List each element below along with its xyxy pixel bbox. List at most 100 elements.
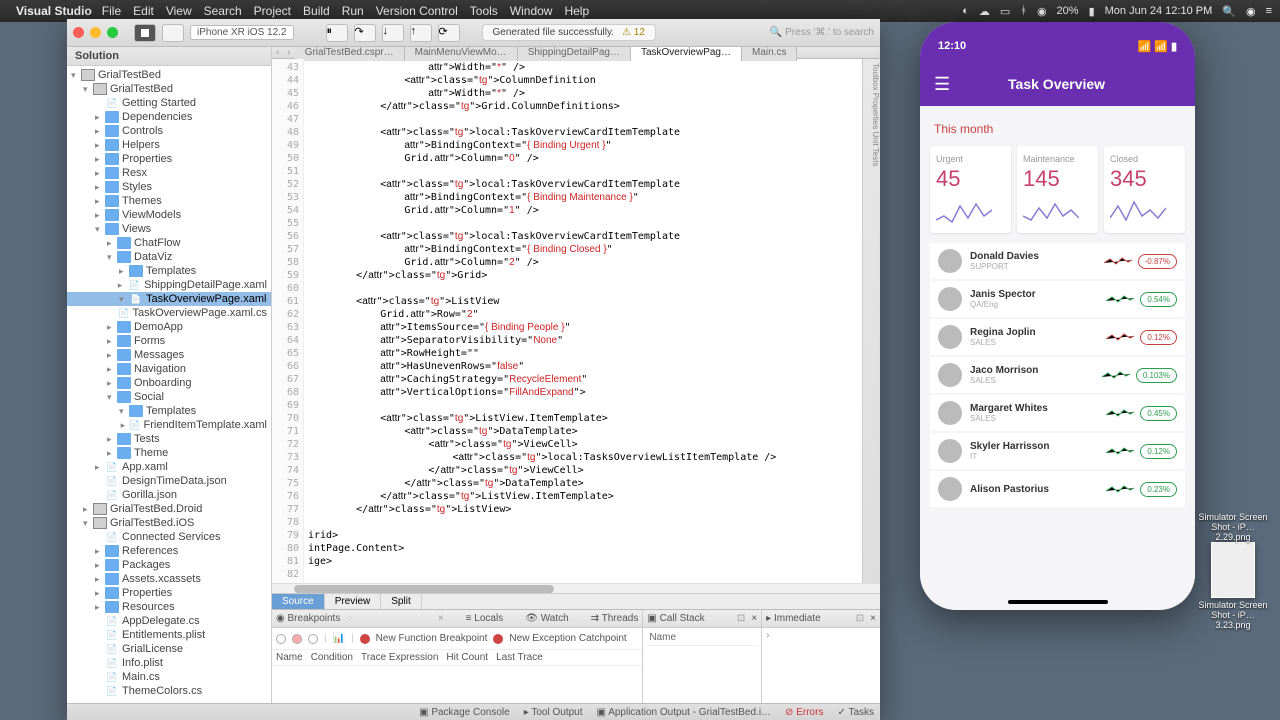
pin-icon[interactable]: ⊡	[856, 613, 864, 624]
tree-item[interactable]: ▸Onboarding	[67, 376, 271, 390]
close-icon[interactable]: ×	[438, 613, 444, 624]
tab-nav-back[interactable]: ‹	[272, 47, 283, 58]
solution-tree[interactable]: ▾GrialTestBed▾GrialTestBed📄Getting Start…	[67, 66, 271, 703]
tree-item[interactable]: ▸Properties	[67, 586, 271, 600]
bp-props-icon[interactable]: 📊	[333, 633, 345, 644]
tree-item[interactable]: 📄Info.plist	[67, 656, 271, 670]
tree-item[interactable]: ▾Social	[67, 390, 271, 404]
person-row[interactable]: Donald DaviesSUPPORT -0.87%	[930, 243, 1185, 279]
siri-icon[interactable]: ◉	[1246, 5, 1256, 18]
menu-run[interactable]: Run	[342, 4, 364, 18]
status-tool-output[interactable]: ▸ Tool Output	[524, 707, 583, 718]
bluetooth-icon[interactable]: ᚼ	[1020, 5, 1027, 17]
menu-version-control[interactable]: Version Control	[376, 4, 458, 18]
run-target-select[interactable]: iPhone XR iOS 12.2	[190, 25, 294, 40]
tree-item[interactable]: ▸ViewModels	[67, 208, 271, 222]
tree-item[interactable]: ▾GrialTestBed	[67, 68, 271, 82]
cloud-icon[interactable]: ☁	[979, 5, 990, 18]
bp-toggle-icon[interactable]	[276, 634, 286, 644]
bp-delete-icon[interactable]	[292, 634, 302, 644]
editor-hscroll[interactable]	[272, 583, 880, 593]
do-not-disturb-icon[interactable]: ◐	[962, 5, 969, 17]
callstack-pad-title[interactable]: ▣ Call Stack	[647, 613, 704, 624]
person-row[interactable]: Jaco MorrisonSALES 0.103%	[930, 357, 1185, 393]
close-icon[interactable]: ×	[870, 613, 876, 624]
tree-item[interactable]: ▾Templates	[67, 404, 271, 418]
viewmode-preview[interactable]: Preview	[325, 594, 382, 609]
tree-item[interactable]: ▸Styles	[67, 180, 271, 194]
tree-item[interactable]: ▸DemoApp	[67, 320, 271, 334]
tree-item[interactable]: ▸Forms	[67, 334, 271, 348]
tree-item[interactable]: ▾GrialTestBed	[67, 82, 271, 96]
tree-item[interactable]: ▸Tests	[67, 432, 271, 446]
tree-item[interactable]: ▾Views	[67, 222, 271, 236]
status-app-output[interactable]: ▣ Application Output - GrialTestBed.i…	[597, 707, 772, 718]
breakpoints-pad-title[interactable]: ◉ Breakpoints	[276, 613, 340, 624]
status-tasks[interactable]: ✓ Tasks	[837, 707, 874, 718]
tree-item[interactable]: 📄Main.cs	[67, 670, 271, 684]
step-into-button[interactable]: ↓	[382, 24, 404, 42]
tree-item[interactable]: 📄Gorilla.json	[67, 488, 271, 502]
global-search[interactable]: 🔍 Press '⌘.' to search	[770, 27, 874, 38]
threads-pad-title[interactable]: ⇉ Threads	[591, 613, 639, 624]
app-name[interactable]: Visual Studio	[16, 4, 92, 18]
tree-item[interactable]: ▸Helpers	[67, 138, 271, 152]
close-window-button[interactable]	[73, 27, 84, 38]
new-func-breakpoint[interactable]: New Function Breakpoint	[376, 633, 488, 644]
menu-window[interactable]: Window	[510, 4, 553, 18]
tree-item[interactable]: ▸Theme	[67, 446, 271, 460]
tree-item[interactable]: 📄ThemeColors.cs	[67, 684, 271, 698]
bp-disable-icon[interactable]	[308, 634, 318, 644]
run-button[interactable]	[134, 24, 156, 42]
tree-item[interactable]: ▸Navigation	[67, 362, 271, 376]
menu-file[interactable]: File	[102, 4, 121, 18]
pause-button[interactable]: ⏸	[326, 24, 348, 42]
tree-item[interactable]: ▸Resx	[67, 166, 271, 180]
tree-item[interactable]: 📄AppDelegate.cs	[67, 614, 271, 628]
home-indicator[interactable]	[1008, 600, 1108, 604]
clock[interactable]: Mon Jun 24 12:10 PM	[1105, 5, 1213, 17]
new-exception-catchpoint[interactable]: New Exception Catchpoint	[509, 633, 626, 644]
viewmode-source[interactable]: Source	[272, 594, 325, 609]
desktop-screenshot-file[interactable]: Simulator ScreenShot - iP…2.29.png Simul…	[1198, 512, 1268, 630]
tree-item[interactable]: ▸Controls	[67, 124, 271, 138]
viewmode-split[interactable]: Split	[381, 594, 421, 609]
tree-item[interactable]: 📄TaskOverviewPage.xaml.cs	[67, 306, 271, 320]
menu-view[interactable]: View	[166, 4, 192, 18]
person-row[interactable]: Skyler HarrissonIT 0.12%	[930, 433, 1185, 469]
code-editor[interactable]: 43 44 45 46 47 48 49 50 51 52 53 54 55 5…	[272, 59, 862, 583]
warnings-count[interactable]: ⚠ 12	[622, 27, 645, 38]
notification-center-icon[interactable]: ≡	[1266, 5, 1272, 17]
stat-card[interactable]: Urgent45	[930, 146, 1011, 233]
pin-icon[interactable]: ⊡	[737, 613, 745, 624]
menu-tools[interactable]: Tools	[470, 4, 498, 18]
tree-item[interactable]: ▸Properties	[67, 152, 271, 166]
tree-item[interactable]: ▾DataViz	[67, 250, 271, 264]
config-button[interactable]	[162, 24, 184, 42]
tree-item[interactable]: 📄GrialLicense	[67, 642, 271, 656]
tab-nav-forward[interactable]: ›	[283, 47, 294, 58]
status-package-console[interactable]: ▣ Package Console	[419, 707, 510, 718]
toolbox-tab[interactable]: Toolbox Properties Unit Tests	[862, 59, 880, 583]
tree-item[interactable]: ▸Themes	[67, 194, 271, 208]
stat-card[interactable]: Maintenance145	[1017, 146, 1098, 233]
locals-pad-title[interactable]: ≡ Locals	[466, 613, 504, 624]
person-row[interactable]: Janis SpectorQA/Eng 0.54%	[930, 281, 1185, 317]
spotlight-icon[interactable]: 🔍	[1222, 5, 1236, 18]
menu-search[interactable]: Search	[204, 4, 242, 18]
person-row[interactable]: Alison Pastorius 0.23%	[930, 471, 1185, 507]
watch-pad-title[interactable]: 👁 Watch	[525, 613, 568, 624]
tree-item[interactable]: ▸📄App.xaml	[67, 460, 271, 474]
menu-build[interactable]: Build	[303, 4, 330, 18]
zoom-window-button[interactable]	[107, 27, 118, 38]
tree-item[interactable]: ▸📄ShippingDetailPage.xaml	[67, 278, 271, 292]
menu-edit[interactable]: Edit	[133, 4, 154, 18]
tree-item[interactable]: 📄Entitlements.plist	[67, 628, 271, 642]
tree-item[interactable]: ▸📄FriendItemTemplate.xaml	[67, 418, 271, 432]
step-out-button[interactable]: ↑	[410, 24, 432, 42]
person-row[interactable]: Regina JoplinSALES 0.12%	[930, 319, 1185, 355]
tree-item[interactable]: 📄DesignTimeData.json	[67, 474, 271, 488]
close-icon[interactable]: ×	[751, 613, 757, 624]
tree-item[interactable]: ▸Dependencies	[67, 110, 271, 124]
tree-item[interactable]: ▸GrialTestBed.Droid	[67, 502, 271, 516]
